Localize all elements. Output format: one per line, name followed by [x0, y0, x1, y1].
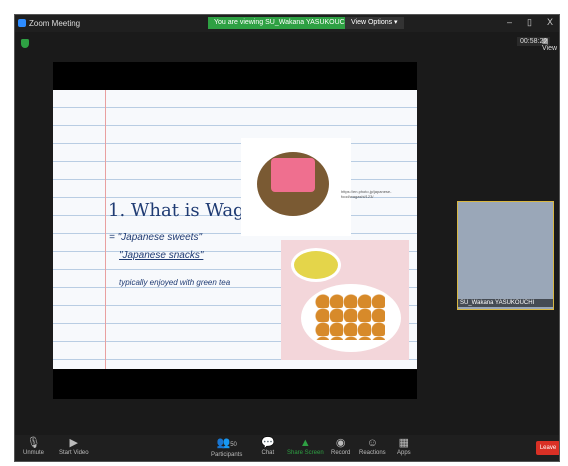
view-button[interactable]: ▦ View — [542, 37, 559, 52]
leave-button[interactable]: Leave — [536, 441, 559, 455]
video-off-icon: ▶ — [69, 437, 79, 449]
meeting-toolbar: 🎙 Unmute ▶ Start Video 👥50 Participants … — [15, 435, 559, 461]
record-button[interactable]: ◉ Record — [331, 437, 350, 456]
green-tea-cup — [291, 248, 341, 282]
participant-video[interactable]: SU_Wakana YASUKOUCHI — [457, 201, 554, 310]
dango-photo — [281, 240, 409, 360]
share-screen-icon: ▲ — [299, 437, 311, 449]
start-video-label: Start Video — [59, 450, 89, 456]
slide-text-green-tea: typically enjoyed with green tea — [119, 278, 231, 287]
dango-skewers — [315, 294, 385, 340]
microphone-muted-icon: 🎙 — [26, 437, 41, 449]
reactions-icon: ☺ — [366, 437, 378, 449]
participants-icon: 👥50 — [216, 437, 237, 449]
unmute-label: Unmute — [23, 450, 45, 456]
participant-name: SU_Wakana YASUKOUCHI — [458, 299, 553, 307]
view-options-button[interactable]: View Options ▾ — [345, 17, 404, 29]
share-screen-label: Share Screen — [287, 450, 324, 456]
notebook-margin-line — [105, 90, 106, 369]
window-title: Zoom Meeting — [29, 19, 81, 28]
title-bar: Zoom Meeting You are viewing SU_Wakana Y… — [15, 15, 559, 32]
pink-sweet — [271, 158, 315, 192]
slide-text-sweets: = "Japanese sweets" — [109, 232, 202, 243]
unmute-button[interactable]: 🎙 Unmute — [23, 437, 44, 456]
chat-icon: 💬 — [261, 437, 275, 449]
participants-count: 50 — [230, 442, 237, 448]
participants-button[interactable]: 👥50 Participants — [211, 437, 242, 458]
restore-button[interactable]: ▯ — [527, 17, 532, 28]
share-screen-button[interactable]: ▲ Share Screen — [287, 437, 324, 456]
chat-button[interactable]: 💬 Chat — [261, 437, 275, 456]
reactions-button[interactable]: ☺ Reactions — [359, 437, 386, 456]
shared-screen: 1. What is Wagashi? = "Japanese sweets" … — [53, 62, 417, 399]
minimize-button[interactable]: – — [507, 17, 512, 27]
participants-label: Participants — [211, 452, 243, 458]
record-icon: ◉ — [335, 437, 346, 449]
apps-label: Apps — [397, 450, 411, 456]
zoom-logo-icon — [18, 19, 26, 27]
chat-label: Chat — [261, 450, 275, 456]
apps-button[interactable]: ▦ Apps — [397, 437, 411, 456]
reactions-label: Reactions — [359, 450, 386, 456]
security-shield-icon[interactable] — [21, 39, 29, 48]
wagashi-photo — [241, 138, 351, 236]
slide-text-snacks: "Japanese snacks" — [119, 250, 204, 261]
photo-url: https://en.photo.jp/japanese-food/wagash… — [341, 189, 392, 199]
zoom-window: Zoom Meeting You are viewing SU_Wakana Y… — [14, 14, 560, 462]
record-label: Record — [331, 450, 351, 456]
slide: 1. What is Wagashi? = "Japanese sweets" … — [53, 90, 417, 369]
apps-icon: ▦ — [398, 437, 410, 449]
start-video-button[interactable]: ▶ Start Video — [59, 437, 89, 456]
close-button[interactable]: X — [547, 17, 553, 27]
